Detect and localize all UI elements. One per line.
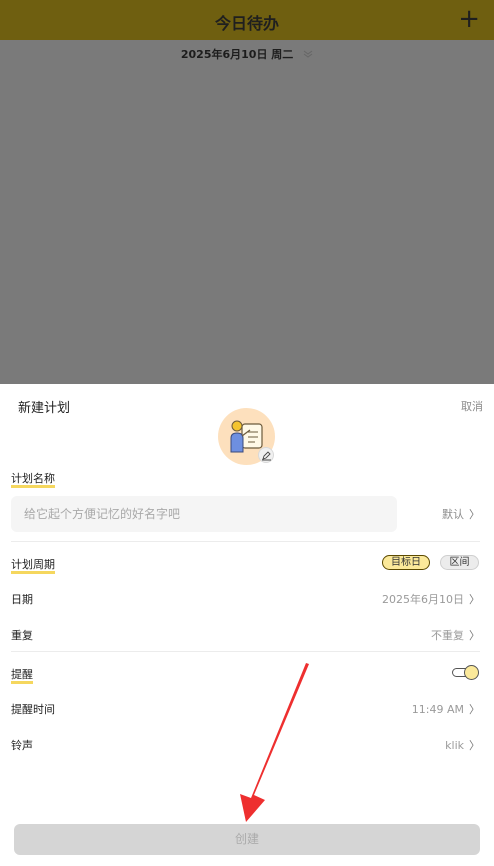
chevron-right-icon: 〉 bbox=[469, 508, 480, 521]
chevron-right-icon: 〉 bbox=[469, 703, 480, 716]
cancel-button[interactable]: 取消 bbox=[461, 398, 483, 414]
chevron-right-icon: 〉 bbox=[469, 593, 480, 606]
date-value: 2025年6月10日 bbox=[382, 593, 464, 606]
date-label: 日期 bbox=[11, 593, 33, 606]
repeat-label: 重复 bbox=[11, 629, 33, 642]
divider bbox=[11, 651, 480, 652]
segment-range[interactable]: 区间 bbox=[440, 555, 479, 570]
edit-icon[interactable] bbox=[258, 447, 274, 463]
default-name-label: 默认 bbox=[442, 508, 464, 521]
plan-name-label: 计划名称 bbox=[11, 470, 55, 488]
current-date: 2025年6月10日 周二 bbox=[180, 48, 294, 61]
ringtone-label: 铃声 bbox=[11, 739, 33, 752]
divider bbox=[11, 541, 480, 542]
reminder-time-value: 11:49 AM bbox=[411, 703, 464, 716]
plus-icon[interactable]: + bbox=[458, 4, 480, 34]
date-selector[interactable]: 2025年6月10日 周二 bbox=[0, 40, 494, 66]
new-plan-sheet: 新建计划 取消 计划名称 默认〉 计划周期 目标日 区间 日期 2025年6月1… bbox=[0, 384, 494, 866]
sheet-title: 新建计划 bbox=[18, 401, 71, 416]
ringtone-value: klik bbox=[445, 739, 464, 752]
reminder-label: 提醒 bbox=[11, 666, 33, 684]
chevron-double-down-icon[interactable] bbox=[303, 50, 313, 61]
reminder-toggle[interactable] bbox=[452, 665, 479, 680]
segment-target-day[interactable]: 目标日 bbox=[382, 555, 430, 570]
chevron-right-icon: 〉 bbox=[469, 629, 480, 642]
reminder-time-button[interactable]: 11:49 AM 〉 bbox=[412, 701, 480, 717]
header-bar: 今日待办 + bbox=[0, 0, 494, 40]
ringtone-button[interactable]: klik 〉 bbox=[445, 737, 480, 753]
repeat-value-button[interactable]: 不重复〉 bbox=[431, 627, 480, 643]
plan-cycle-label: 计划周期 bbox=[11, 556, 55, 574]
repeat-value: 不重复 bbox=[431, 629, 464, 642]
create-button[interactable]: 创建 bbox=[14, 824, 480, 855]
plan-name-input[interactable] bbox=[11, 496, 397, 532]
page-title: 今日待办 bbox=[214, 14, 279, 33]
chevron-right-icon: 〉 bbox=[469, 739, 480, 752]
date-value-button[interactable]: 2025年6月10日〉 bbox=[382, 591, 480, 607]
reminder-time-label: 提醒时间 bbox=[11, 703, 55, 716]
default-name-button[interactable]: 默认〉 bbox=[442, 506, 480, 522]
